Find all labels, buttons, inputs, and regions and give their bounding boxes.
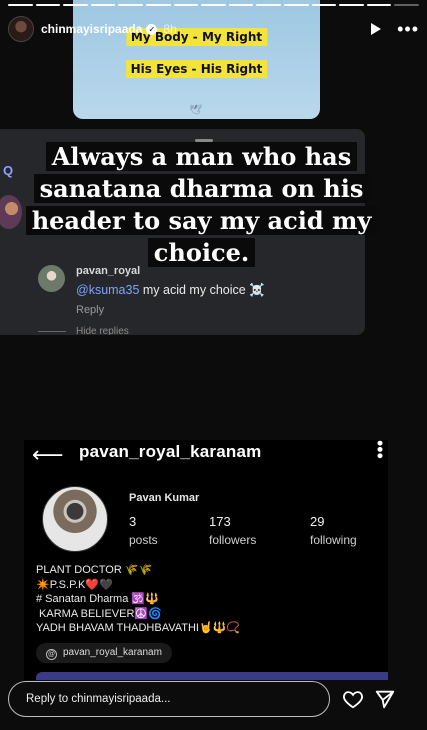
progress-segment — [8, 4, 33, 6]
posts-stat: 3 posts — [129, 514, 158, 547]
back-arrow-icon: ⟵ — [32, 442, 64, 467]
profile-follow-bar — [36, 672, 388, 680]
following-label: following — [310, 533, 357, 547]
threads-handle: pavan_royal_karanam — [63, 647, 162, 658]
caption-line-4: choice. — [147, 238, 256, 267]
progress-segment — [394, 4, 419, 6]
send-icon[interactable] — [374, 688, 396, 710]
followers-stat: 173 followers — [209, 514, 256, 547]
comment-body: my acid my choice ☠️ — [139, 283, 265, 297]
progress-segment — [145, 4, 171, 6]
profile-more-icon: ••• — [370, 440, 388, 459]
story-caption: Always a man who has sanatana dharma on … — [25, 141, 378, 269]
progress-segment — [35, 4, 61, 6]
progress-segment — [228, 4, 254, 6]
profile-bio: PLANT DOCTOR 🌾🌾 ✴️P.S.P.K❤️🖤 # Sanatan D… — [36, 564, 241, 634]
profile-handle: pavan_royal_karanam — [79, 442, 262, 461]
profile-name: Pavan Kumar — [129, 492, 200, 504]
progress-segment — [63, 4, 88, 6]
threads-icon: @ — [46, 649, 57, 660]
hide-replies: Hide replies — [38, 326, 129, 335]
posts-count: 3 — [129, 514, 137, 529]
progress-segment — [173, 4, 199, 6]
story-time: 8h — [163, 22, 177, 36]
more-options-icon[interactable]: ••• — [397, 20, 419, 38]
following-count: 29 — [310, 514, 325, 529]
bird-icon: 🕊 — [189, 105, 202, 116]
side-avatar — [0, 195, 22, 229]
caption-line-1: Always a man who has — [45, 142, 358, 171]
caption-line-2: sanatana dharma on his — [33, 174, 370, 203]
progress-segment — [311, 4, 337, 6]
progress-segment — [90, 4, 116, 6]
following-stat: 29 following — [310, 514, 357, 547]
threads-badge: @ pavan_royal_karanam — [36, 643, 172, 663]
hide-replies-label: Hide replies — [76, 326, 129, 335]
progress-segment — [201, 4, 226, 6]
heart-icon[interactable] — [342, 688, 364, 710]
progress-segment — [256, 4, 281, 6]
meme-line-2: His Eyes - His Right — [125, 60, 268, 78]
progress-segment — [366, 4, 392, 6]
progress-segment — [283, 4, 309, 6]
followers-label: followers — [209, 533, 257, 547]
avatar[interactable] — [8, 16, 34, 42]
commenter-avatar — [38, 265, 65, 292]
story-header: chinmayisripaada ✓ 8h ••• — [8, 14, 419, 44]
profile-screenshot: ⟵ pavan_royal_karanam ••• Pavan Kumar 3 … — [24, 440, 388, 680]
comment-text: @ksuma35 my acid my choice ☠️ — [76, 283, 265, 298]
progress-segment — [339, 4, 364, 6]
reply-input[interactable]: Reply to chinmayisripaada... — [8, 681, 330, 717]
caption-line-3: header to say my acid my — [25, 206, 378, 235]
followers-count: 173 — [209, 514, 231, 529]
comment-reply: Reply — [76, 304, 105, 316]
comment-mention: @ksuma35 — [76, 283, 140, 297]
search-icon: Q — [3, 163, 14, 178]
posts-label: posts — [129, 533, 158, 547]
story-progress — [8, 4, 419, 6]
play-icon[interactable] — [371, 23, 382, 35]
story-username[interactable]: chinmayisripaada — [41, 22, 142, 36]
verified-icon: ✓ — [146, 23, 158, 35]
progress-segment — [118, 4, 143, 6]
profile-avatar — [42, 486, 108, 552]
